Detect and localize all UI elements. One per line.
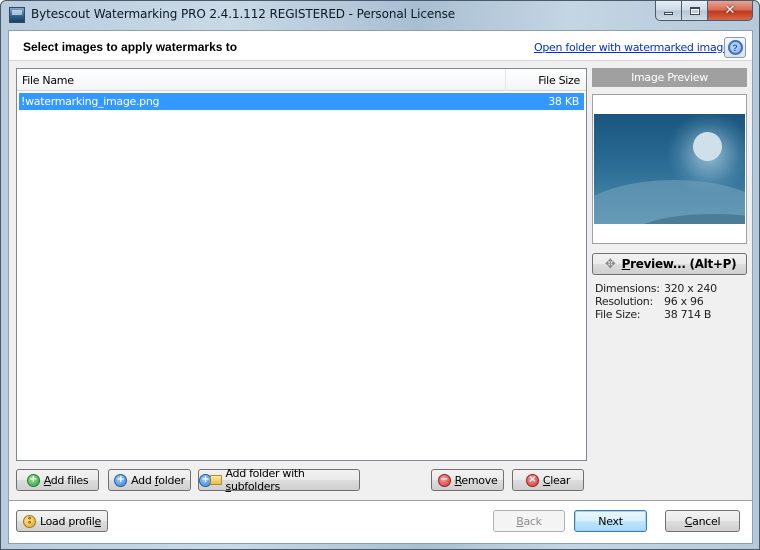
add-green-icon: + [26,473,40,487]
preview-button[interactable]: ✥ Preview... (Alt+P) [592,253,747,275]
next-button[interactable]: Next [574,510,647,532]
cancel-button[interactable]: Cancel [665,510,740,532]
info-value: 96 x 96 [664,295,704,308]
file-list[interactable]: File Name File Size !watermarking_image.… [16,68,587,461]
clear-label: Clear [542,473,571,487]
image-preview-box [592,94,747,244]
column-header-file-size[interactable]: File Size [538,74,580,87]
profile-icon: ⦂ [22,514,36,528]
move-arrows-icon: ✥ [604,256,616,272]
info-label: Dimensions: [595,282,660,295]
preview-thumbnail [594,114,745,224]
load-profile-label: Load profile [39,514,102,528]
file-list-header: File Name File Size [17,69,586,91]
clear-icon: × [525,473,539,487]
add-subfolders-label: Add folder with subfolders [225,467,305,493]
add-folder-label: Add folder [131,473,185,487]
open-output-folder-link[interactable]: Open folder with watermarked images [534,41,735,54]
add-folder-with-subfolders-button[interactable]: + Add folder with subfolders [198,467,360,493]
maximize-icon [689,6,700,15]
title-bar[interactable]: Bytescout Watermarking PRO 2.4.1.112 REG… [1,1,759,29]
remove-button[interactable]: − Remove [431,469,504,491]
back-button[interactable]: Back [493,510,565,532]
image-preview-header: Image Preview [592,68,747,87]
add-files-button[interactable]: + Add files [16,469,99,491]
preview-label: Preview... (Alt+P) [621,257,737,271]
info-value: 38 714 B [664,308,712,321]
add-files-label: Add files [43,473,89,487]
column-divider[interactable] [505,69,506,91]
back-label: Back [516,514,542,528]
info-label: Resolution: [595,295,653,308]
file-row[interactable]: !watermarking_image.png 38 KB [19,93,584,110]
help-button[interactable]: ? [724,37,746,58]
app-icon [9,7,25,23]
caption-buttons: ✕ [655,1,753,21]
file-size-cell: 38 KB [548,95,579,108]
remove-label: Remove [454,473,498,487]
wizard-header: Select images to apply watermarks to Ope… [9,31,752,61]
info-label: File Size: [595,308,641,321]
folder-icon [209,475,222,485]
cancel-label: Cancel [684,514,721,528]
close-button[interactable]: ✕ [708,1,753,21]
maximize-button[interactable] [682,1,708,21]
file-name-cell: !watermarking_image.png [21,95,160,108]
help-icon: ? [727,40,743,55]
clear-button[interactable]: × Clear [512,469,584,491]
wizard-client-area: Select images to apply watermarks to Ope… [8,30,753,544]
load-profile-button[interactable]: ⦂ Load profile [16,510,108,532]
minimize-icon [664,11,673,15]
info-value: 320 x 240 [664,282,717,295]
thumbnail-moon [693,132,722,161]
next-label: Next [598,514,623,528]
add-folder-button[interactable]: + Add folder [108,469,191,491]
remove-icon: − [437,473,451,487]
column-header-file-name[interactable]: File Name [22,74,74,87]
page-title: Select images to apply watermarks to [23,40,238,54]
window-title: Bytescout Watermarking PRO 2.4.1.112 REG… [31,7,456,21]
close-icon: ✕ [724,3,736,18]
app-window: Bytescout Watermarking PRO 2.4.1.112 REG… [0,0,760,550]
minimize-button[interactable] [655,1,682,21]
add-blue-icon: + [114,473,128,487]
